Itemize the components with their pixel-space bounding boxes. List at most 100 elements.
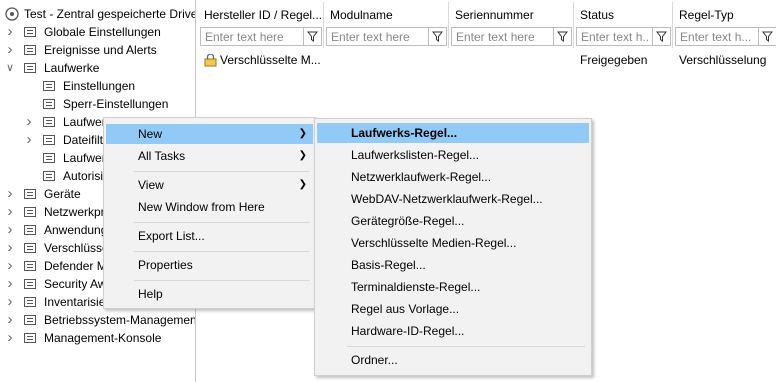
menu-item-view-label: View — [138, 178, 164, 192]
column-header[interactable]: Seriennummer — [449, 2, 574, 48]
alert-icon — [23, 43, 37, 57]
filter-input[interactable] — [676, 28, 760, 45]
menu-item-new-label: New — [138, 127, 163, 141]
filter-icon[interactable] — [303, 28, 321, 45]
submenu-item[interactable]: WebDAV-Netzwerklaufwerk-Regel... — [317, 189, 589, 209]
menu-item-new-window[interactable]: New Window from Here — [106, 197, 313, 217]
encrypted-media-icon — [204, 53, 217, 67]
submenu-item-label: Netzwerklaufwerk-Regel... — [351, 170, 492, 184]
column-title: Status — [580, 8, 615, 22]
submenu-item[interactable]: Gerätegröße-Regel... — [317, 211, 589, 231]
lock-icon — [42, 97, 56, 111]
tree-item[interactable]: › Ereignisse und Alerts — [0, 41, 195, 59]
console-icon — [23, 331, 37, 345]
chevron-right-icon[interactable]: › — [5, 185, 15, 203]
menu-item-properties[interactable]: Properties — [106, 255, 313, 275]
tree-item-label: Sperr-Einstellungen — [63, 97, 169, 111]
menu-item-new[interactable]: New ❯ — [106, 124, 313, 144]
chevron-right-icon[interactable]: › — [24, 131, 34, 149]
menu-item-export-list-label: Export List... — [138, 229, 205, 243]
device-icon — [23, 187, 37, 201]
submenu-item[interactable]: Terminaldienste-Regel... — [317, 277, 589, 297]
submenu-item-label: Laufwerkslisten-Regel... — [351, 148, 480, 162]
network-icon — [23, 205, 37, 219]
chevron-right-icon[interactable]: › — [5, 293, 15, 311]
tree-item[interactable]: ∨ Laufwerke — [0, 59, 195, 77]
filter-icon[interactable] — [652, 28, 670, 45]
tree-item[interactable]: Sperr-Einstellungen — [0, 95, 195, 113]
filter-input[interactable] — [452, 28, 555, 45]
chevron-right-icon[interactable]: › — [5, 41, 15, 59]
submenu-item[interactable]: Regel aus Vorlage... — [317, 299, 589, 319]
filter-icon[interactable] — [428, 28, 446, 45]
chevron-right-icon[interactable]: › — [5, 23, 15, 41]
column-header[interactable]: Modulname — [324, 2, 449, 48]
tree-item-label: Globale Einstellungen — [44, 25, 161, 39]
list-check-icon — [42, 115, 56, 129]
submenu-item-label: Hardware-ID-Regel... — [351, 324, 465, 338]
filter-input[interactable] — [327, 28, 430, 45]
tree-item-label: Geräte — [44, 187, 81, 201]
file-filter-icon — [42, 133, 56, 147]
menu-item-all-tasks-label: All Tasks — [138, 149, 186, 163]
chevron-right-icon[interactable]: › — [5, 221, 15, 239]
submenu-item-label: Verschlüsselte Medien-Regel... — [351, 236, 517, 250]
tree-item[interactable]: › Betriebssystem-Management — [0, 311, 196, 329]
chevron-right-icon[interactable]: › — [24, 113, 34, 131]
column-header[interactable]: Hersteller ID / Regel... — [198, 2, 324, 48]
tree-item[interactable]: › Globale Einstellungen — [0, 23, 195, 41]
menu-separator — [134, 171, 310, 172]
chevron-right-icon[interactable]: › — [5, 275, 15, 293]
filter-icon[interactable] — [553, 28, 571, 45]
submenu-item[interactable]: Ordner... — [317, 350, 589, 370]
chevron-right-icon[interactable]: › — [5, 239, 15, 257]
submenu-item[interactable]: Laufwerkslisten-Regel... — [317, 145, 589, 165]
tree-item-label: Laufwerke — [44, 61, 100, 75]
table-row-status: Freigegeben — [580, 53, 648, 67]
menu-item-all-tasks[interactable]: All Tasks ❯ — [106, 146, 313, 166]
security-icon — [23, 277, 37, 291]
chevron-down-icon[interactable]: ∨ — [5, 59, 15, 77]
os-icon — [23, 313, 37, 327]
app-icon — [23, 223, 37, 237]
submenu-item-label: Ordner... — [351, 353, 398, 367]
column-filter — [200, 27, 322, 46]
context-menu: New ❯ All Tasks ❯ View ❯ New Window from… — [103, 117, 316, 309]
menu-item-help-label: Help — [138, 287, 163, 301]
column-header[interactable]: Status — [574, 2, 673, 48]
column-header[interactable]: Regel-Typ — [673, 2, 776, 48]
column-filter — [451, 27, 572, 46]
menu-separator — [134, 222, 310, 223]
filter-input[interactable] — [577, 28, 654, 45]
chevron-right-icon[interactable]: › — [5, 311, 15, 329]
folder-icon — [42, 151, 56, 165]
menu-item-export-list[interactable]: Export List... — [106, 226, 313, 246]
filter-input[interactable] — [201, 28, 305, 45]
menu-separator — [134, 280, 310, 281]
submenu-item[interactable]: Basis-Regel... — [317, 255, 589, 275]
submenu-item[interactable]: Hardware-ID-Regel... — [317, 321, 589, 341]
tree-root-label: Test - Zentral gespeicherte Drive — [24, 7, 196, 21]
menu-item-help[interactable]: Help — [106, 284, 313, 304]
submenu-item[interactable]: Verschlüsselte Medien-Regel... — [317, 233, 589, 253]
menu-item-properties-label: Properties — [138, 258, 193, 272]
menu-item-view[interactable]: View ❯ — [106, 175, 313, 195]
submenu-item-label: Laufwerks-Regel... — [351, 126, 458, 140]
tree-item-label: Ereignisse und Alerts — [44, 43, 157, 57]
submenu-item[interactable]: Laufwerks-Regel... — [317, 123, 589, 143]
submenu-item-label: Gerätegröße-Regel... — [351, 214, 465, 228]
chevron-right-icon[interactable]: › — [5, 329, 15, 347]
chevron-right-icon: ❯ — [298, 150, 307, 161]
tree-item[interactable]: › Management-Konsole — [0, 329, 195, 347]
submenu-item-label: Terminaldienste-Regel... — [351, 280, 481, 294]
table-row-name[interactable]: Verschlüsselte M... — [220, 52, 321, 68]
tree-item[interactable]: Einstellungen — [0, 77, 195, 95]
menu-item-new-window-label: New Window from Here — [138, 200, 265, 214]
tree-root[interactable]: Test - Zentral gespeicherte Drive — [0, 5, 195, 23]
shield-icon — [23, 259, 37, 273]
submenu-item-label: Regel aus Vorlage... — [351, 302, 460, 316]
chevron-right-icon[interactable]: › — [5, 257, 15, 275]
filter-icon[interactable] — [758, 28, 776, 45]
chevron-right-icon[interactable]: › — [5, 203, 15, 221]
submenu-item[interactable]: Netzwerklaufwerk-Regel... — [317, 167, 589, 187]
